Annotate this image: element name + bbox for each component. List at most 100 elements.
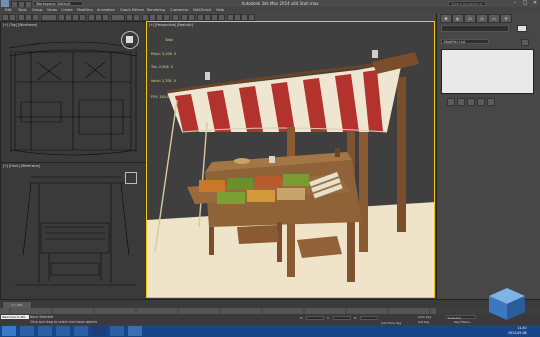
percent-snap-icon[interactable]	[156, 14, 163, 21]
minimize-button[interactable]: –	[510, 0, 520, 7]
reference-coordinate-dropdown[interactable]	[111, 14, 125, 21]
utilities-tab-icon[interactable]: ⚒	[500, 14, 512, 23]
market-stall-render	[147, 50, 434, 297]
schematic-view-icon[interactable]	[218, 14, 225, 21]
maxscript-listener[interactable]: Welcome to MA	[1, 315, 29, 319]
motion-tab-icon[interactable]: ◎	[476, 14, 488, 23]
rendered-frame-window-icon[interactable]	[241, 14, 248, 21]
align-icon[interactable]	[188, 14, 195, 21]
command-panel: ✱ ◐ ⊡ ◎ ▭ ⚒ Modifier List	[436, 13, 540, 299]
logo-cube-icon	[489, 288, 525, 320]
prompt-line: Click and drag to select and move object…	[30, 320, 98, 324]
viewport-top[interactable]: [+] [Top] [Wireframe]	[0, 21, 147, 163]
viewcube-icon[interactable]	[121, 31, 139, 49]
viewport-front[interactable]: [+] [Front] [Wireframe]	[0, 162, 147, 300]
selection-region-icon[interactable]	[72, 14, 79, 21]
status-bar: Welcome to MA None Selected Click and dr…	[0, 314, 540, 325]
make-unique-icon[interactable]	[467, 98, 475, 106]
pin-stack-icon[interactable]	[447, 98, 455, 106]
set-key-mode-dropdown[interactable]: Selected	[446, 315, 476, 320]
unlink-icon[interactable]	[25, 14, 32, 21]
modify-tab-icon[interactable]: ◐	[452, 14, 464, 23]
viewcube-face[interactable]	[126, 36, 133, 43]
scale-icon[interactable]	[102, 14, 109, 21]
pivot-center-icon[interactable]	[126, 14, 133, 21]
show-end-result-icon[interactable]	[457, 98, 465, 106]
browser-taskbar-icon[interactable]	[56, 326, 70, 336]
viewcube-icon[interactable]	[125, 172, 137, 184]
manipulate-icon[interactable]	[133, 14, 140, 21]
key-filters-button[interactable]: Key Filters...	[454, 320, 472, 324]
window-title: Autodesk 3ds Max 2014 x64 Stall.max	[241, 1, 319, 6]
x-coordinate-field[interactable]	[306, 316, 324, 320]
select-object-icon[interactable]	[58, 14, 65, 21]
application-menu-button[interactable]	[1, 0, 9, 7]
rotate-icon[interactable]	[95, 14, 102, 21]
redo-icon[interactable]	[9, 14, 16, 21]
link-icon[interactable]	[18, 14, 25, 21]
remove-modifier-icon[interactable]	[477, 98, 485, 106]
start-button-icon[interactable]	[2, 326, 16, 336]
post-back-far	[397, 77, 406, 232]
viewport-perspective[interactable]: [+] [Perspective] [Realistic] Total Poly…	[146, 21, 435, 298]
display-tab-icon[interactable]: ▭	[488, 14, 500, 23]
material-editor-icon[interactable]	[227, 14, 234, 21]
clock-date: 2014-05-08	[508, 330, 527, 335]
layer-manager-icon[interactable]	[197, 14, 204, 21]
configure-sets-icon[interactable]	[487, 98, 495, 106]
y-label: Y:	[327, 316, 330, 320]
produce-box-spice	[247, 190, 275, 202]
modifier-list-arrow-icon[interactable]	[521, 39, 529, 46]
named-selection-icon[interactable]	[172, 14, 179, 21]
explorer-taskbar-icon[interactable]	[20, 326, 34, 336]
curve-editor-icon[interactable]	[211, 14, 218, 21]
x-label: X:	[300, 316, 304, 320]
graphite-ribbon-icon[interactable]	[204, 14, 211, 21]
snaps-toggle-icon[interactable]	[142, 14, 149, 21]
z-label: Z:	[354, 316, 358, 320]
app-taskbar-icon[interactable]	[110, 326, 124, 336]
undo-icon[interactable]	[2, 14, 9, 21]
angle-snap-icon[interactable]	[149, 14, 156, 21]
photoshop-taskbar-icon[interactable]	[92, 326, 106, 336]
window-crossing-icon[interactable]	[79, 14, 86, 21]
produce-box-grain	[277, 188, 305, 200]
object-color-swatch[interactable]	[517, 25, 527, 32]
counter-leg-left	[209, 227, 214, 255]
crate-under	[237, 225, 279, 244]
workspace-dropdown[interactable]: Workspace: Default	[33, 1, 83, 6]
close-button[interactable]: ✕	[530, 0, 540, 7]
selection-filter-dropdown[interactable]	[41, 14, 57, 21]
z-coordinate-field[interactable]	[360, 316, 378, 320]
maximize-button[interactable]: □	[520, 0, 530, 7]
spinner-snap-icon[interactable]	[163, 14, 170, 21]
produce-box-red	[255, 176, 281, 188]
3dsmax-taskbar-icon[interactable]	[128, 326, 142, 336]
selection-status: None Selected	[30, 315, 54, 319]
y-coordinate-field[interactable]	[333, 316, 351, 320]
render-production-icon[interactable]	[248, 14, 255, 21]
search-input[interactable]: Type a keyword or phrase	[448, 1, 486, 11]
produce-box-orange	[199, 180, 225, 192]
bind-space-warp-icon[interactable]	[32, 14, 39, 21]
modifier-stack[interactable]	[441, 49, 534, 94]
produce-box-green	[227, 178, 253, 190]
windows-taskbar: 11:40 2014-05-08	[0, 325, 540, 337]
folder-taskbar-icon[interactable]	[38, 326, 52, 336]
mirror-icon[interactable]	[181, 14, 188, 21]
hierarchy-tab-icon[interactable]: ⊡	[464, 14, 476, 23]
select-by-name-icon[interactable]	[65, 14, 72, 21]
lantern-right	[372, 50, 378, 58]
render-setup-icon[interactable]	[234, 14, 241, 21]
system-clock[interactable]: 11:40 2014-05-08	[508, 326, 527, 335]
move-icon[interactable]	[88, 14, 95, 21]
produce-box-herbs	[283, 174, 309, 186]
auto-key-button[interactable]: Auto Key	[418, 315, 431, 319]
set-key-button[interactable]: Set Key	[418, 320, 429, 324]
awning	[166, 60, 403, 133]
object-name-field[interactable]	[441, 25, 509, 32]
lantern	[205, 72, 210, 80]
media-taskbar-icon[interactable]	[74, 326, 88, 336]
modifier-list-dropdown[interactable]: Modifier List	[441, 39, 489, 44]
create-tab-icon[interactable]: ✱	[440, 14, 452, 23]
